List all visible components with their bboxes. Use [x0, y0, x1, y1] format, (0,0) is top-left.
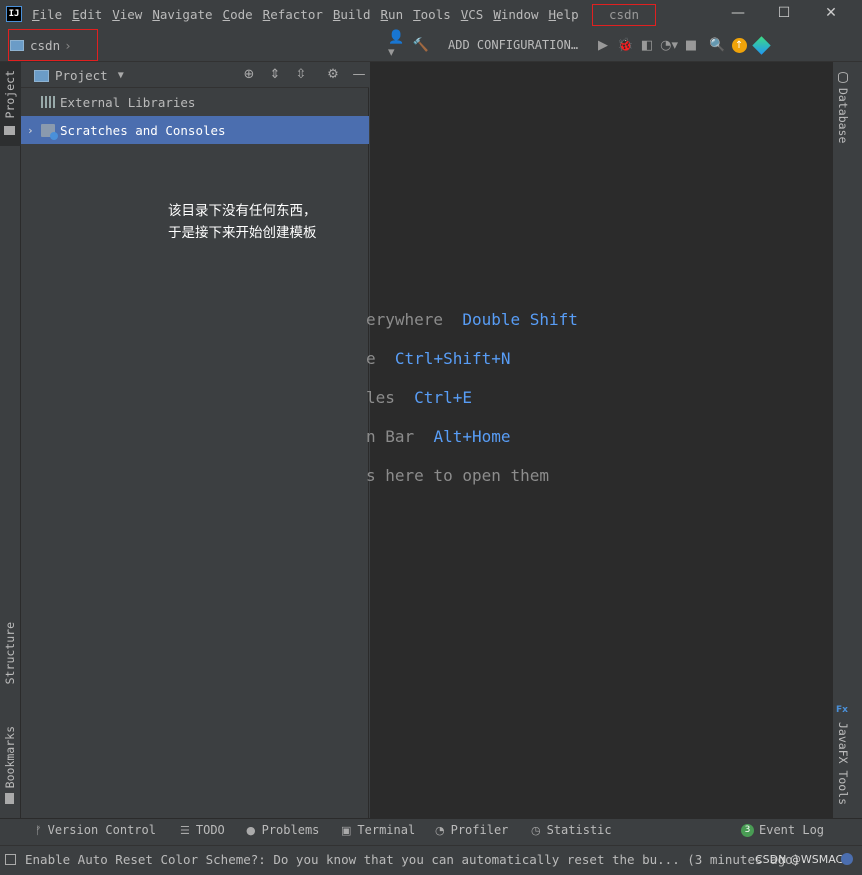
javafx-tools-tab-label[interactable]: JavaFX Tools: [836, 722, 850, 805]
folder-icon: [10, 40, 24, 51]
window-project-title: csdn: [592, 4, 656, 26]
tab-problems[interactable]: ● Problems: [246, 823, 319, 837]
annotation-line: 该目录下没有任何东西，: [168, 203, 317, 219]
database-icon: [838, 72, 848, 83]
menu-view[interactable]: View: [112, 7, 142, 22]
menu-build[interactable]: Build: [333, 7, 371, 22]
watermark: CSDN @WSMACK: [755, 853, 851, 866]
tab-version-control[interactable]: ᚠ Version Control: [35, 823, 156, 837]
menu-bar: File Edit View Navigate Code Refactor Bu…: [32, 0, 589, 28]
tab-todo[interactable]: ☰ TODO: [180, 823, 225, 837]
tree-item-external-libraries[interactable]: External Libraries: [21, 88, 369, 116]
debug-icon[interactable]: 🐞: [614, 34, 636, 56]
editor-hint: erywhere Double Shift: [366, 310, 578, 329]
status-message[interactable]: Enable Auto Reset Color Scheme?: Do you …: [25, 852, 800, 867]
scratches-icon: [41, 123, 58, 140]
gear-icon[interactable]: ⚙: [320, 66, 346, 84]
menu-navigate[interactable]: Navigate: [152, 7, 212, 22]
profile-icon[interactable]: ◔▾: [658, 34, 680, 56]
app-logo-icon: IJ: [6, 6, 22, 22]
project-view-icon: [34, 69, 49, 82]
menu-window[interactable]: Window: [493, 7, 538, 22]
project-view-selector[interactable]: Project ▼: [34, 68, 124, 83]
user-icon[interactable]: 👤▾: [388, 30, 410, 60]
update-icon[interactable]: ↑: [728, 34, 750, 56]
branch-icon: ᚠ: [35, 823, 42, 837]
menu-tools[interactable]: Tools: [413, 7, 451, 22]
project-tool-window: [21, 62, 369, 818]
chevron-down-icon[interactable]: ▼: [118, 70, 124, 81]
toggle-tool-windows-icon[interactable]: [5, 854, 16, 865]
left-tool-stripe: [0, 62, 21, 818]
project-folder-icon: [4, 126, 15, 135]
database-tab-label[interactable]: Database: [836, 88, 850, 143]
toolbox-icon[interactable]: [750, 34, 772, 56]
run-toolbar: 👤▾ 🔨 ADD CONFIGURATION… ▶ 🐞 ◧ ◔▾ ■ 🔍 ↑: [388, 30, 772, 60]
shortcut-key: Ctrl+E: [414, 388, 472, 407]
close-button[interactable]: ✕: [820, 3, 842, 23]
info-icon: ●: [246, 823, 256, 837]
collapse-all-icon[interactable]: ⇳: [288, 66, 314, 84]
bookmark-icon: [5, 793, 14, 804]
breadcrumb[interactable]: csdn ›: [10, 38, 72, 53]
menu-file[interactable]: File: [32, 7, 62, 22]
structure-tab-label[interactable]: Structure: [3, 622, 17, 684]
tree-item-label: Scratches and Consoles: [60, 122, 226, 138]
run-icon[interactable]: ▶: [592, 34, 614, 56]
build-hammer-icon[interactable]: 🔨: [410, 34, 432, 56]
list-icon: ☰: [180, 823, 190, 837]
profiler-icon: ◔: [435, 823, 445, 837]
javafx-icon: Fx: [836, 705, 848, 715]
minimize-button[interactable]: —: [727, 3, 749, 23]
shortcut-key: Ctrl+Shift+N: [394, 349, 511, 368]
event-count-badge: 3: [741, 823, 754, 837]
tab-statistic[interactable]: ◷ Statistic: [531, 823, 612, 837]
maximize-button[interactable]: ☐: [773, 3, 795, 23]
chevron-right-icon[interactable]: ›: [27, 124, 41, 137]
annotation-text: 该目录下没有任何东西， 于是接下来开始创建模板: [168, 200, 317, 244]
editor-hint: les Ctrl+E: [366, 388, 472, 407]
menu-run[interactable]: Run: [381, 7, 404, 22]
menu-code[interactable]: Code: [223, 7, 253, 22]
project-header-actions: ⊕ ⇕ ⇳ ⚙ —: [236, 66, 372, 84]
project-panel-title[interactable]: Project: [55, 68, 108, 83]
expand-all-icon[interactable]: ⇕: [262, 66, 288, 84]
stop-icon[interactable]: ■: [680, 34, 702, 56]
terminal-icon: ▣: [341, 823, 352, 837]
coverage-icon[interactable]: ◧: [636, 34, 658, 56]
tree-item-label: External Libraries: [60, 94, 196, 110]
breadcrumb-project[interactable]: csdn: [30, 38, 60, 53]
breadcrumb-separator: ›: [64, 38, 72, 53]
tab-profiler[interactable]: ◔ Profiler: [435, 823, 508, 837]
shortcut-key: Alt+Home: [433, 427, 511, 446]
bookmarks-tab-label[interactable]: Bookmarks: [3, 726, 17, 788]
tree-item-scratches[interactable]: › Scratches and Consoles: [21, 116, 369, 144]
editor-hint: n Bar Alt+Home: [366, 427, 511, 446]
tab-event-log[interactable]: 3 Event Log: [741, 823, 824, 837]
menu-vcs[interactable]: VCS: [461, 7, 484, 22]
hide-icon[interactable]: —: [346, 66, 372, 84]
statistic-icon: ◷: [531, 823, 541, 837]
menu-help[interactable]: Help: [549, 7, 579, 22]
annotation-line: 于是接下来开始创建模板: [168, 225, 317, 241]
editor-hint: s here to open them: [366, 466, 550, 485]
shortcut-key: Double Shift: [462, 310, 578, 329]
menu-edit[interactable]: Edit: [72, 7, 102, 22]
tab-terminal[interactable]: ▣ Terminal: [341, 823, 415, 837]
editor-hint: e Ctrl+Shift+N: [366, 349, 511, 368]
menu-refactor[interactable]: Refactor: [263, 7, 323, 22]
library-icon: [41, 96, 55, 108]
project-tab-label[interactable]: Project: [3, 70, 17, 118]
add-configuration-button[interactable]: ADD CONFIGURATION…: [448, 38, 578, 52]
search-icon[interactable]: 🔍: [706, 34, 728, 56]
progress-icon: [841, 853, 853, 865]
locate-icon[interactable]: ⊕: [236, 66, 262, 84]
